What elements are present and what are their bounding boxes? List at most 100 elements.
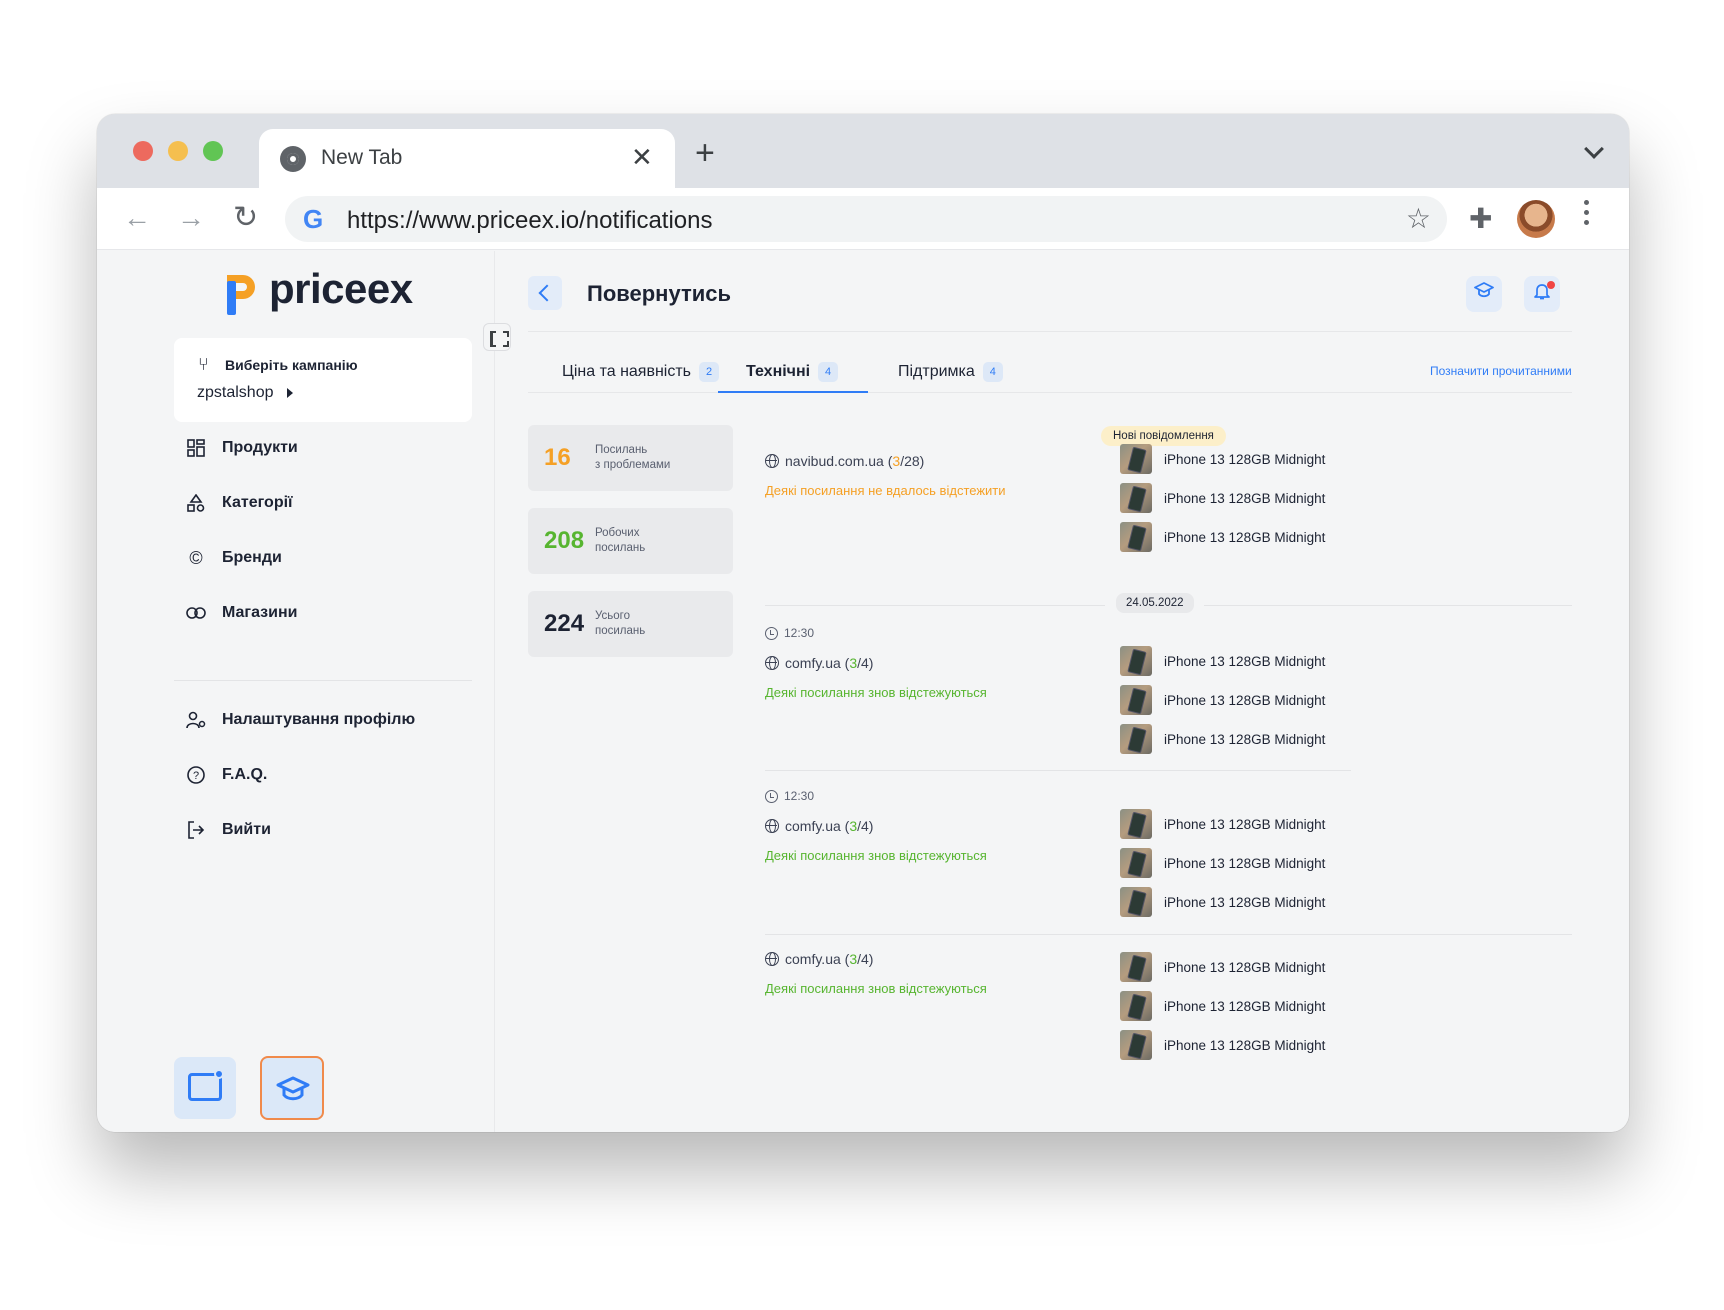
product-row[interactable]: iPhone 13 128GB Midnight xyxy=(1120,646,1325,676)
product-thumbnail xyxy=(1120,444,1152,474)
header-divider xyxy=(528,331,1572,332)
product-thumbnail xyxy=(1120,809,1152,839)
back-arrow-icon[interactable]: ← xyxy=(123,204,151,232)
learning-button[interactable] xyxy=(260,1056,324,1120)
product-row[interactable]: iPhone 13 128GB Midnight xyxy=(1120,952,1325,982)
browser-toolbar: ← → ↻ G https://www.priceex.io/notificat… xyxy=(97,188,1629,250)
tab-price-availability[interactable]: Ціна та наявність 2 xyxy=(562,351,720,393)
bookmark-star-icon[interactable]: ☆ xyxy=(1406,202,1431,235)
product-thumbnail xyxy=(1120,887,1152,917)
shapes-icon xyxy=(185,492,207,514)
store-name: comfy.ua (3/4) xyxy=(765,655,873,671)
product-row[interactable]: iPhone 13 128GB Midnight xyxy=(1120,685,1325,715)
stat-label: Посилань з проблемами xyxy=(595,443,695,473)
tab-close-icon[interactable]: ✕ xyxy=(631,142,653,173)
mark-as-read-link[interactable]: Позначити прочитанними xyxy=(1430,364,1572,378)
sidebar-item-profile-settings[interactable]: Налаштування профілю xyxy=(185,705,415,735)
product-row[interactable]: iPhone 13 128GB Midnight xyxy=(1120,991,1325,1021)
product-name: iPhone 13 128GB Midnight xyxy=(1164,731,1326,747)
active-tab-indicator xyxy=(718,391,868,393)
clock-icon xyxy=(765,789,778,803)
logout-icon xyxy=(185,819,207,841)
store-ratio-total: /4) xyxy=(857,818,874,834)
product-name: iPhone 13 128GB Midnight xyxy=(1164,816,1326,832)
user-settings-icon xyxy=(185,709,207,731)
reload-icon[interactable]: ↻ xyxy=(233,203,258,233)
sidebar-item-faq[interactable]: ? F.A.Q. xyxy=(185,760,267,790)
product-name: iPhone 13 128GB Midnight xyxy=(1164,451,1326,467)
sidebar-item-logout[interactable]: Вийти xyxy=(185,815,271,845)
grid-icon xyxy=(185,437,207,459)
status-note: Деякі посилання знов відстежуються xyxy=(765,981,987,996)
new-messages-badge: Нові повідомлення xyxy=(1101,426,1226,446)
sidebar-divider xyxy=(174,680,472,681)
profile-avatar[interactable] xyxy=(1517,200,1555,238)
main-content: Повернутись Ціна та наявність 2 Технічні… xyxy=(496,251,1629,1132)
store-name: comfy.ua (3/4) xyxy=(765,951,873,967)
sidebar-item-label: Категорії xyxy=(222,494,293,511)
product-row[interactable]: iPhone 13 128GB Midnight xyxy=(1120,848,1325,878)
product-row[interactable]: iPhone 13 128GB Midnight xyxy=(1120,724,1325,754)
product-row[interactable]: iPhone 13 128GB Midnight xyxy=(1120,444,1325,474)
time-text: 12:30 xyxy=(784,789,815,803)
chat-notification-dot xyxy=(214,1069,224,1079)
page-title[interactable]: Повернутись xyxy=(587,281,731,307)
store-ratio-highlight: 3 xyxy=(892,453,901,469)
product-row[interactable]: iPhone 13 128GB Midnight xyxy=(1120,483,1325,513)
stat-label-line: Усього xyxy=(595,610,631,622)
browser-tab[interactable]: New Tab ✕ xyxy=(259,129,675,188)
minimize-window-button[interactable] xyxy=(168,141,188,161)
product-row[interactable]: iPhone 13 128GB Midnight xyxy=(1120,887,1325,917)
url-text[interactable]: https://www.priceex.io/notifications xyxy=(347,207,713,235)
campaign-selector[interactable]: ⑂ Виберіть кампанію zpstalshop xyxy=(174,338,472,422)
stat-value: 208 xyxy=(544,527,585,554)
tab-search-chevron-icon[interactable] xyxy=(1584,139,1604,159)
product-row[interactable]: iPhone 13 128GB Midnight xyxy=(1120,522,1325,552)
tab-label: Підтримка xyxy=(898,363,975,380)
stat-label: Усього посилань xyxy=(595,609,695,639)
sidebar-item-products[interactable]: Продукти xyxy=(185,433,298,463)
tab-bar: New Tab ✕ + xyxy=(97,114,1629,188)
group-divider xyxy=(765,770,1351,771)
sidebar-item-categories[interactable]: Категорії xyxy=(185,488,293,518)
tab-label: Технічні xyxy=(746,363,811,380)
product-name: iPhone 13 128GB Midnight xyxy=(1164,692,1326,708)
date-badge: 24.05.2022 xyxy=(1116,593,1194,613)
stat-working-links: 208 Робочих посилань xyxy=(528,508,733,574)
forward-arrow-icon[interactable]: → xyxy=(177,204,205,232)
new-tab-button[interactable]: + xyxy=(695,136,715,170)
campaign-label: Виберіть кампанію xyxy=(225,357,358,373)
store-ratio-total: /4) xyxy=(857,951,874,967)
stat-label-line: Посилань xyxy=(595,444,648,456)
sidebar-item-stores[interactable]: Магазини xyxy=(185,598,297,628)
product-row[interactable]: iPhone 13 128GB Midnight xyxy=(1120,809,1325,839)
extensions-icon[interactable]: ✚ xyxy=(1469,202,1492,235)
maximize-window-button[interactable] xyxy=(203,141,223,161)
caret-right-icon xyxy=(287,388,293,398)
product-row[interactable]: iPhone 13 128GB Midnight xyxy=(1120,1030,1325,1060)
address-bar[interactable]: G https://www.priceex.io/notifications ☆ xyxy=(285,196,1447,242)
store-ratio-total: /28) xyxy=(900,453,925,469)
sidebar-item-label: Магазини xyxy=(222,604,298,621)
browser-menu-icon[interactable] xyxy=(1584,200,1590,230)
store-domain: comfy.ua xyxy=(785,818,841,834)
back-button[interactable] xyxy=(528,276,562,310)
tab-technical[interactable]: Технічні 4 xyxy=(746,351,839,393)
clock-icon xyxy=(765,626,778,640)
sidebar-item-brands[interactable]: © Бренди xyxy=(185,543,281,573)
status-note: Деякі посилання знов відстежуються xyxy=(765,848,987,863)
product-thumbnail xyxy=(1120,522,1152,552)
store-ratio-highlight: 3 xyxy=(849,655,858,671)
header-learning-button[interactable] xyxy=(1466,276,1502,312)
store-ratio-highlight: 3 xyxy=(849,951,858,967)
globe-icon xyxy=(765,952,779,966)
store-domain: navibud.com.ua xyxy=(785,453,884,469)
globe-icon xyxy=(765,656,779,670)
notifications-button[interactable] xyxy=(1524,276,1560,312)
tab-support[interactable]: Підтримка 4 xyxy=(898,351,1003,393)
date-divider-right xyxy=(1204,605,1572,606)
chat-button[interactable] xyxy=(174,1057,236,1119)
close-window-button[interactable] xyxy=(133,141,153,161)
stat-label: Робочих посилань xyxy=(595,526,695,556)
product-name: iPhone 13 128GB Midnight xyxy=(1164,959,1326,975)
